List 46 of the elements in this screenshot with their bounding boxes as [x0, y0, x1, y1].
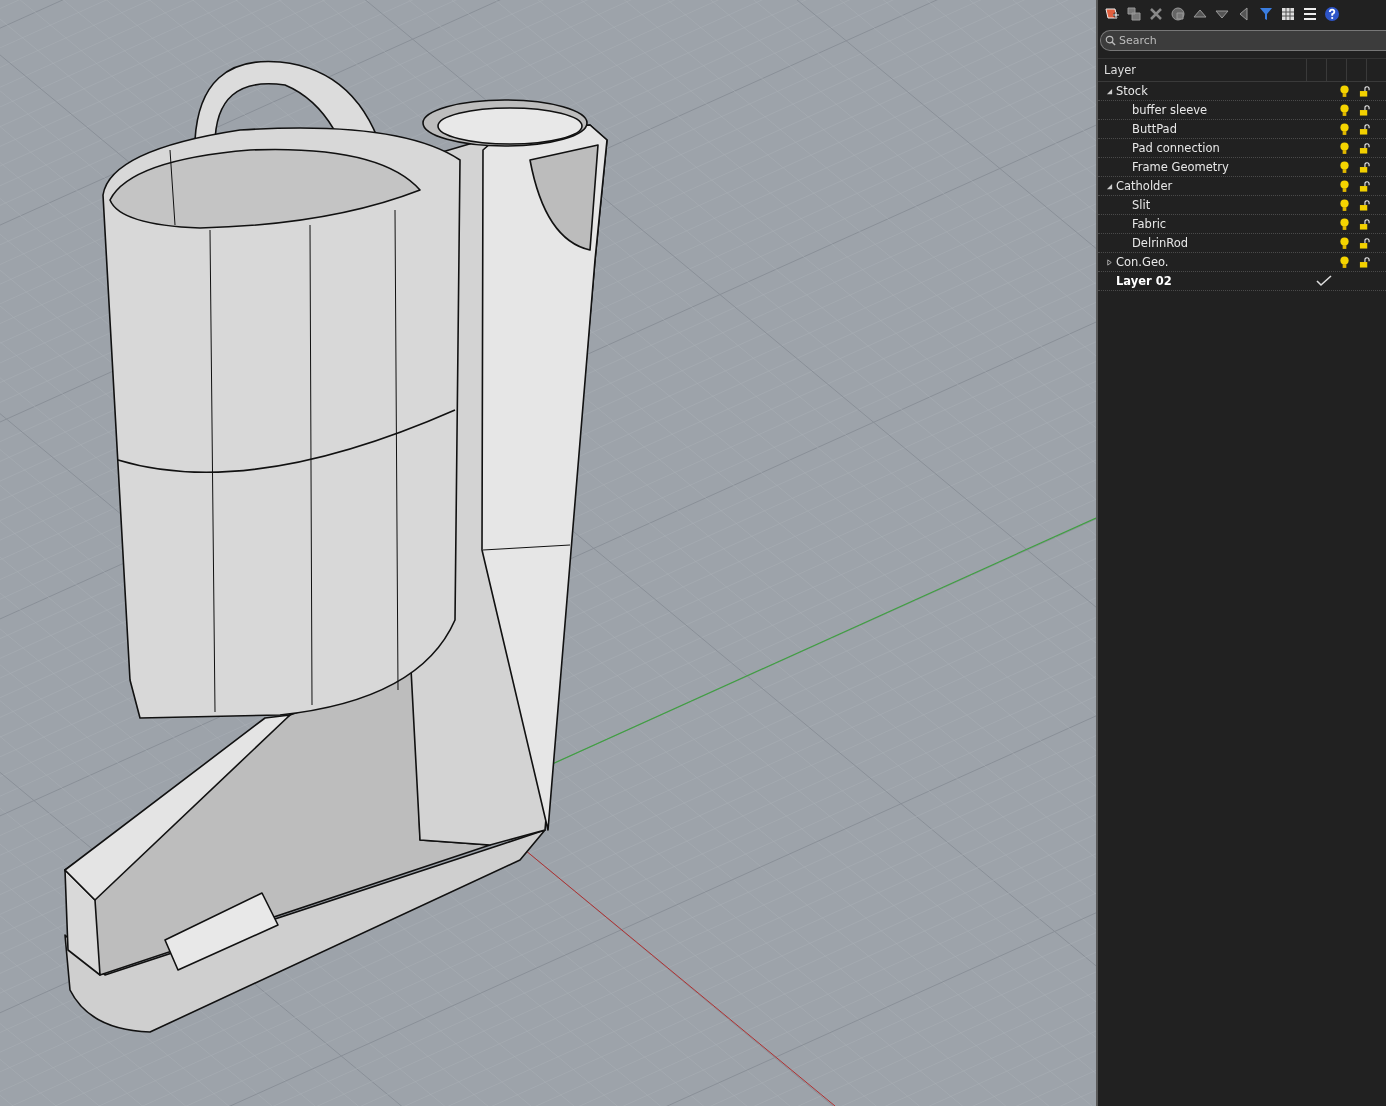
copy-layer-icon[interactable]: [1170, 6, 1186, 22]
lightbulb-icon[interactable]: [1338, 122, 1350, 136]
lightbulb-icon[interactable]: [1338, 103, 1350, 117]
column-header[interactable]: Layer: [1098, 63, 1306, 77]
expanded-triangle-icon[interactable]: [1106, 182, 1113, 190]
delete-icon[interactable]: [1148, 6, 1164, 22]
lightbulb-icon[interactable]: [1338, 179, 1350, 193]
open-padlock-icon[interactable]: [1358, 160, 1370, 174]
open-padlock-icon[interactable]: [1358, 179, 1370, 193]
layer-name[interactable]: buffer sleeve: [1132, 103, 1314, 117]
expanded-triangle-icon[interactable]: [1106, 87, 1113, 95]
layer-name[interactable]: Pad connection: [1132, 141, 1314, 155]
layer-name[interactable]: Frame Geometry: [1132, 160, 1314, 174]
layer-name[interactable]: Slit: [1132, 198, 1314, 212]
menu-icon[interactable]: [1302, 6, 1318, 22]
grid-icon[interactable]: [1280, 6, 1296, 22]
layer-name[interactable]: DelrinRod: [1132, 236, 1314, 250]
filter-icon[interactable]: [1258, 6, 1274, 22]
open-padlock-icon[interactable]: [1358, 122, 1370, 136]
open-padlock-icon[interactable]: [1358, 217, 1370, 231]
layer-name[interactable]: Con.Geo.: [1116, 255, 1314, 269]
collapsed-triangle-icon[interactable]: [1106, 258, 1113, 266]
open-padlock-icon[interactable]: [1358, 255, 1370, 269]
lightbulb-icon[interactable]: [1338, 255, 1350, 269]
layer-name[interactable]: Layer 02: [1116, 274, 1314, 288]
boot-model-drawing[interactable]: [64, 60, 608, 1033]
layer-name[interactable]: Stock: [1116, 84, 1314, 98]
lightbulb-icon[interactable]: [1338, 84, 1350, 98]
open-padlock-icon[interactable]: [1358, 84, 1370, 98]
open-padlock-icon[interactable]: [1358, 236, 1370, 250]
layer-name[interactable]: Catholder: [1116, 179, 1314, 193]
open-padlock-icon[interactable]: [1358, 103, 1370, 117]
new-layer-icon[interactable]: [1104, 6, 1120, 22]
layer-name[interactable]: ButtPad: [1132, 122, 1314, 136]
lightbulb-icon[interactable]: [1338, 160, 1350, 174]
new-sublayer-icon[interactable]: [1126, 6, 1142, 22]
lightbulb-icon[interactable]: [1338, 198, 1350, 212]
open-padlock-icon[interactable]: [1358, 141, 1370, 155]
help-icon[interactable]: [1324, 6, 1340, 22]
search-field[interactable]: Search: [1100, 30, 1386, 51]
lightbulb-icon[interactable]: [1338, 141, 1350, 155]
lightbulb-icon[interactable]: [1338, 217, 1350, 231]
lightbulb-icon[interactable]: [1338, 236, 1350, 250]
checkmark-icon: [1316, 275, 1332, 287]
open-padlock-icon[interactable]: [1358, 198, 1370, 212]
layer-name[interactable]: Fabric: [1132, 217, 1314, 231]
